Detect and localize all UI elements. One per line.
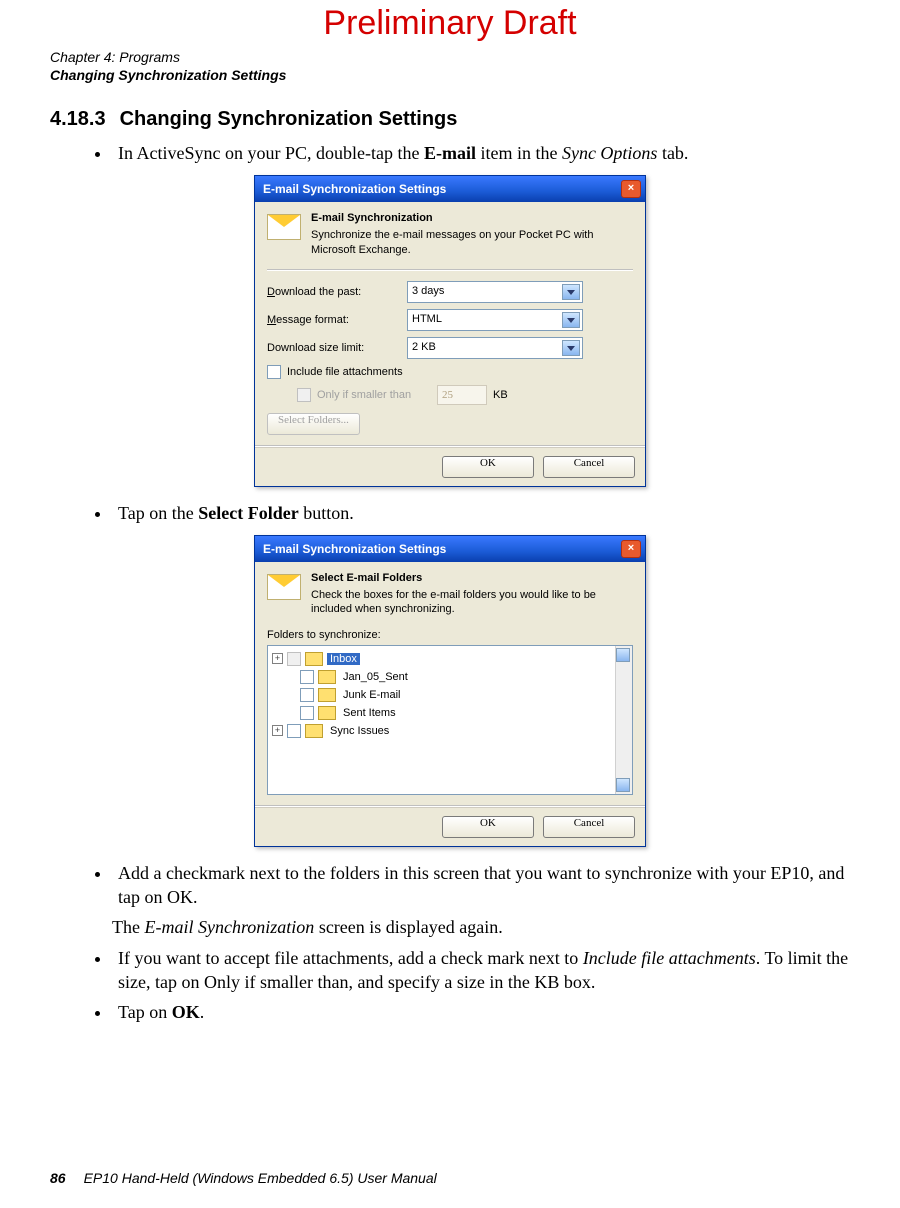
expander-icon[interactable]: +: [272, 653, 283, 664]
text: item in the: [476, 143, 562, 163]
folder-jan[interactable]: Jan_05_Sent: [340, 671, 411, 683]
close-icon[interactable]: ×: [621, 540, 641, 558]
text-bold: OK: [172, 1002, 200, 1022]
folder-icon: [318, 706, 336, 720]
mail-icon: [267, 574, 301, 600]
header-section: Changing Synchronization Settings: [50, 67, 850, 85]
folder-inbox[interactable]: Inbox: [327, 653, 360, 665]
message-format-label: Message format:: [267, 314, 407, 326]
size-limit-select[interactable]: 2 KB: [407, 337, 583, 359]
text: Tap on: [118, 1002, 172, 1022]
dialog-title: E-mail Synchronization Settings: [263, 182, 446, 196]
text: .: [200, 1002, 205, 1022]
text: tab.: [657, 143, 688, 163]
dialog-heading: Select E-mail Folders: [311, 572, 633, 584]
bullet-5: Tap on OK.: [112, 1000, 850, 1024]
include-attachments-checkbox[interactable]: [267, 365, 281, 379]
text-bold: Select Folder: [198, 503, 298, 523]
footer-text: EP10 Hand-Held (Windows Embedded 6.5) Us…: [84, 1170, 437, 1186]
header-chapter: Chapter 4: Programs: [50, 49, 850, 67]
only-if-smaller-checkbox: [297, 388, 311, 402]
text: In ActiveSync on your PC, double-tap the: [118, 143, 424, 163]
text: If you want to accept file attachments, …: [118, 948, 583, 968]
dialog-subtext: Check the boxes for the e-mail folders y…: [311, 588, 633, 617]
scrollbar-track[interactable]: [615, 646, 632, 794]
mail-icon: [267, 214, 301, 240]
ok-button[interactable]: OK: [442, 816, 534, 838]
folder-icon: [318, 670, 336, 684]
download-past-label: Download the past:: [267, 286, 407, 298]
folder-checkbox[interactable]: [300, 688, 314, 702]
cancel-button[interactable]: Cancel: [543, 816, 635, 838]
scroll-down-icon[interactable]: [616, 778, 630, 792]
bullet-3: Add a checkmark next to the folders in t…: [112, 861, 850, 910]
kb-size-input: 25: [437, 385, 487, 405]
folder-sync-issues[interactable]: Sync Issues: [327, 725, 392, 737]
section-title: Changing Synchronization Settings: [120, 108, 458, 130]
bullet-1: In ActiveSync on your PC, double-tap the…: [112, 141, 850, 165]
folder-checkbox: [287, 652, 301, 666]
dialog-title: E-mail Synchronization Settings: [263, 542, 446, 556]
text: screen is displayed again.: [314, 917, 502, 937]
cancel-button[interactable]: Cancel: [543, 456, 635, 478]
bullet-4: If you want to accept file attachments, …: [112, 946, 850, 995]
folder-icon: [305, 652, 323, 666]
text: button.: [299, 503, 354, 523]
dialog-titlebar[interactable]: E-mail Synchronization Settings ×: [255, 176, 645, 202]
text-italic: E-mail Synchronization: [144, 917, 314, 937]
text: The: [112, 917, 144, 937]
email-sync-settings-dialog: E-mail Synchronization Settings × E-mail…: [254, 175, 646, 487]
include-attachments-label: Include file attachments: [287, 366, 403, 378]
kb-unit-label: KB: [493, 389, 508, 401]
folder-checkbox[interactable]: [300, 706, 314, 720]
dialog-titlebar[interactable]: E-mail Synchronization Settings ×: [255, 536, 645, 562]
select-folders-dialog: E-mail Synchronization Settings × Select…: [254, 535, 646, 847]
dialog-subtext: Synchronize the e-mail messages on your …: [311, 228, 633, 257]
message-format-select[interactable]: HTML: [407, 309, 583, 331]
folder-tree[interactable]: + Inbox Jan_05_Sent: [267, 645, 633, 795]
text: Tap on the: [118, 503, 198, 523]
folders-label: Folders to synchronize:: [267, 629, 633, 641]
page-footer: 86 EP10 Hand-Held (Windows Embedded 6.5) …: [50, 1170, 437, 1186]
folder-icon: [318, 688, 336, 702]
section-heading: 4.18.3 Changing Synchronization Settings: [50, 108, 850, 131]
watermark-text: Preliminary Draft: [50, 0, 850, 45]
section-number: 4.18.3: [50, 108, 106, 130]
only-if-smaller-label: Only if smaller than: [317, 389, 437, 401]
mid-paragraph: The E-mail Synchronization screen is dis…: [112, 915, 850, 939]
text-bold: E-mail: [424, 143, 476, 163]
page-header: Chapter 4: Programs Changing Synchroniza…: [50, 49, 850, 84]
close-icon[interactable]: ×: [621, 180, 641, 198]
text-italic: Include file attach­ments: [583, 948, 756, 968]
folder-checkbox[interactable]: [287, 724, 301, 738]
select-folders-button: Select Folders...: [267, 413, 360, 435]
dialog-heading: E-mail Synchronization: [311, 212, 633, 224]
folder-junk[interactable]: Junk E-mail: [340, 689, 403, 701]
folder-icon: [305, 724, 323, 738]
bullet-2: Tap on the Select Folder button.: [112, 501, 850, 525]
ok-button[interactable]: OK: [442, 456, 534, 478]
text-italic: Sync Options: [562, 143, 657, 163]
folder-checkbox[interactable]: [300, 670, 314, 684]
expander-icon[interactable]: +: [272, 725, 283, 736]
scroll-up-icon[interactable]: [616, 648, 630, 662]
page-number: 86: [50, 1170, 66, 1186]
download-past-select[interactable]: 3 days: [407, 281, 583, 303]
size-limit-label: Download size limit:: [267, 342, 407, 354]
folder-sent[interactable]: Sent Items: [340, 707, 399, 719]
